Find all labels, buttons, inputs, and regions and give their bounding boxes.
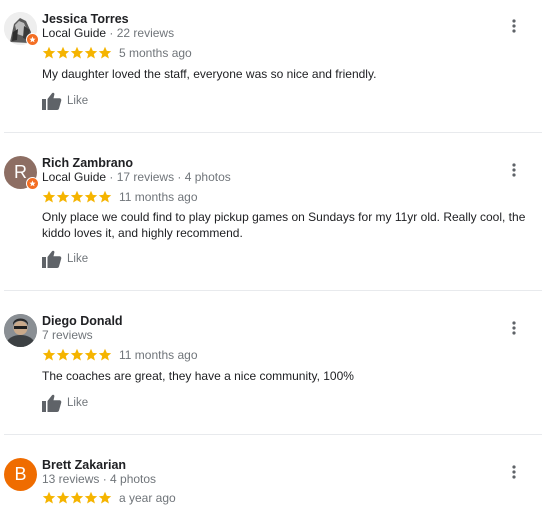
local-guide-badge-icon <box>26 33 39 46</box>
reviewer-avatar[interactable]: R <box>4 156 39 190</box>
avatar-photo <box>4 314 37 347</box>
thumbs-up-icon <box>42 250 62 268</box>
star-icon <box>42 491 56 504</box>
star-rating <box>42 190 112 204</box>
star-icon <box>98 190 112 203</box>
rating-row: a year ago <box>42 491 176 505</box>
review-date: a year ago <box>119 491 176 505</box>
star-icon <box>98 491 112 504</box>
rating-row: 11 months ago <box>42 348 198 362</box>
star-rating <box>42 491 112 505</box>
star-icon <box>56 491 70 504</box>
star-rating <box>42 348 112 362</box>
reviewer-name[interactable]: Diego Donald <box>42 314 123 328</box>
more-options-icon[interactable] <box>504 318 524 338</box>
more-options-icon[interactable] <box>504 462 524 482</box>
like-label: Like <box>67 95 89 107</box>
reviewer-meta: 7 reviews <box>42 328 93 342</box>
reviewer-name[interactable]: Brett Zakarian <box>42 458 126 472</box>
review-divider <box>4 132 542 133</box>
reviewer-stats: 17 reviews · 4 photos <box>116 170 231 184</box>
reviewer-stats: 7 reviews <box>42 328 93 342</box>
like-label: Like <box>67 397 89 409</box>
star-icon <box>84 348 98 361</box>
reviewer-name[interactable]: Rich Zambrano <box>42 156 133 170</box>
rating-row: 11 months ago <box>42 190 198 204</box>
thumbs-up-icon <box>42 92 62 110</box>
star-icon <box>70 190 84 203</box>
reviewer-avatar[interactable]: B <box>4 458 37 491</box>
review-divider <box>4 434 542 435</box>
reviewer-stats: 13 reviews · 4 photos <box>42 472 157 486</box>
review-date: 11 months ago <box>119 190 198 204</box>
reviewer-avatar[interactable] <box>4 314 37 347</box>
star-icon <box>56 46 70 59</box>
more-options-icon[interactable] <box>504 16 524 36</box>
star-icon <box>70 348 84 361</box>
reviewer-name[interactable]: Jessica Torres <box>42 12 129 26</box>
reviewer-meta: 13 reviews · 4 photos <box>42 472 156 486</box>
rating-row: 5 months ago <box>42 46 192 60</box>
reviewer-meta: Local Guide · 17 reviews · 4 photos <box>42 170 231 184</box>
star-icon <box>56 348 70 361</box>
more-options-icon[interactable] <box>504 160 524 180</box>
reviewer-avatar[interactable] <box>4 12 39 46</box>
thumbs-up-icon <box>42 394 62 412</box>
star-icon <box>42 46 56 59</box>
star-icon <box>84 46 98 59</box>
like-label: Like <box>67 253 89 265</box>
review-text: Only place we could find to play pickup … <box>42 210 526 240</box>
star-icon <box>56 190 70 203</box>
star-rating <box>42 46 112 60</box>
like-button[interactable]: Like <box>42 250 88 268</box>
star-icon <box>70 491 84 504</box>
star-icon <box>70 46 84 59</box>
star-icon <box>98 46 112 59</box>
review-text: My daughter loved the staff, everyone wa… <box>42 67 377 81</box>
review-date: 5 months ago <box>119 46 192 60</box>
review-date: 11 months ago <box>119 348 198 362</box>
review-text: The coaches are great, they have a nice … <box>42 369 354 383</box>
local-guide-badge-icon <box>26 177 39 190</box>
star-icon <box>98 348 112 361</box>
local-guide-label: Local Guide <box>42 26 107 40</box>
star-icon <box>42 348 56 361</box>
review-divider <box>4 290 542 291</box>
reviewer-stats: 22 reviews <box>116 26 175 40</box>
avatar-initial: B <box>4 458 37 491</box>
local-guide-label: Local Guide <box>42 170 107 184</box>
reviewer-meta: Local Guide · 22 reviews <box>42 26 175 40</box>
like-button[interactable]: Like <box>42 394 88 412</box>
star-icon <box>42 190 56 203</box>
star-icon <box>84 190 98 203</box>
like-button[interactable]: Like <box>42 92 88 110</box>
star-icon <box>84 491 98 504</box>
